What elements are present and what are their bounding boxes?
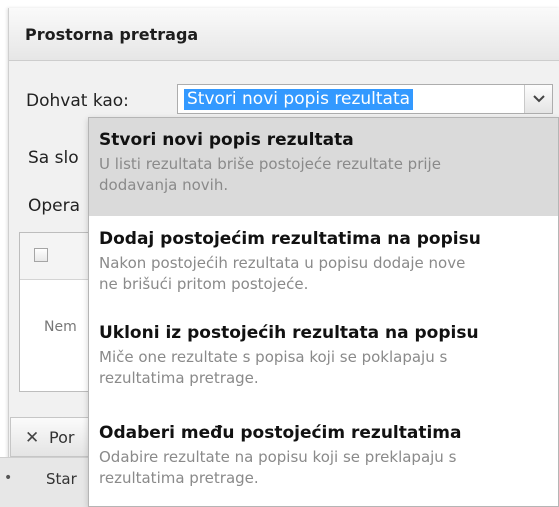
option-title: Stvori novi popis rezultata (99, 130, 354, 150)
option-description: U listi rezultata briše postojeće rezult… (99, 155, 441, 194)
remove-button[interactable]: ✕ Por (10, 417, 100, 457)
bottom-bar-label[interactable]: Star (46, 470, 77, 488)
option-title: Ukloni iz postojećih rezultata na popisu (99, 323, 479, 343)
option-description: Odabire rezultate na popisu koji se prek… (99, 448, 457, 487)
fetch-as-selected-value: Stvori novi popis rezultata (184, 89, 414, 110)
bottom-bar: • Star (0, 457, 100, 507)
option-select-among-existing[interactable]: Odaberi među postojećim rezultatima Odab… (89, 410, 558, 506)
option-create-new-list[interactable]: Stvori novi popis rezultata U listi rezu… (89, 118, 558, 216)
option-title: Odaberi među postojećim rezultatima (99, 423, 462, 443)
bullet-icon: • (4, 470, 13, 486)
option-description: Nakon postojećih rezultata u popisu doda… (99, 254, 466, 293)
fetch-as-dropdown-list: Stvori novi popis rezultata U listi rezu… (88, 117, 559, 507)
checkbox-icon[interactable] (34, 248, 48, 262)
grid-empty-text: Nem (44, 319, 77, 335)
left-column-clip: Sa slo Opera Nem ✕ Por • Star (0, 0, 100, 507)
operation-label: Opera (28, 196, 81, 216)
chevron-down-icon[interactable] (524, 85, 552, 113)
grid-header (20, 233, 98, 280)
option-remove-from-existing[interactable]: Ukloni iz postojećih rezultata na popisu… (89, 314, 558, 410)
fetch-as-select[interactable]: Stvori novi popis rezultata (177, 84, 553, 114)
layers-label: Sa slo (28, 148, 79, 168)
option-title: Dodaj postojećim rezultatima na popisu (99, 229, 481, 249)
remove-button-label: Por (49, 428, 75, 447)
option-description: Miče one rezultate s popisa koji se pokl… (99, 348, 448, 387)
results-grid: Nem (19, 232, 99, 392)
close-icon: ✕ (25, 428, 40, 448)
option-add-to-existing[interactable]: Dodaj postojećim rezultatima na popisu N… (89, 218, 558, 314)
